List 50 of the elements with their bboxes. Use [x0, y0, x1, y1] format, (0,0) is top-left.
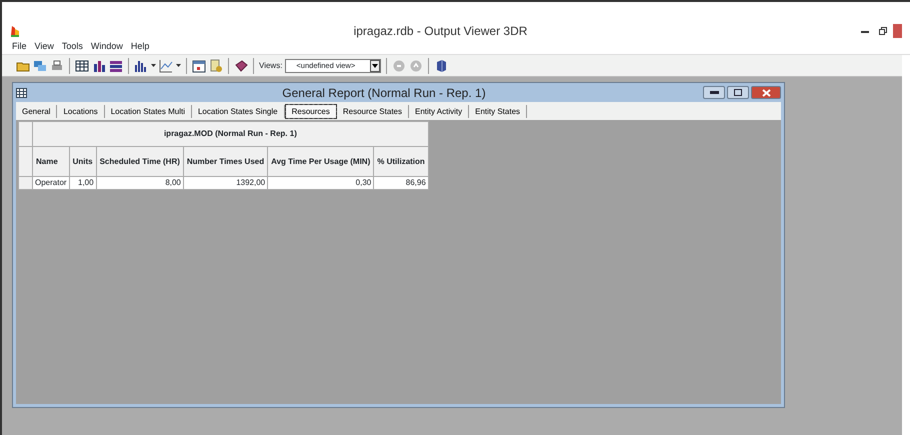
menu-item[interactable]: Help	[130, 40, 150, 54]
menu-item[interactable]: View	[34, 40, 54, 54]
table-cell: 0,30	[268, 176, 374, 190]
maximize-icon	[734, 89, 742, 96]
bar-chart-icon[interactable]	[92, 58, 106, 72]
stacked-bars-icon[interactable]	[109, 58, 123, 72]
calendar-icon[interactable]	[192, 58, 206, 72]
caret-icon[interactable]	[151, 64, 156, 68]
grid-icon[interactable]	[75, 58, 89, 72]
column-header: Name	[32, 146, 70, 176]
column-header: Units	[69, 146, 96, 176]
column-header: Scheduled Time (HR)	[96, 146, 184, 176]
column-header: Avg Time Per Usage (MIN)	[268, 146, 374, 176]
caret-icon	[372, 64, 378, 68]
minimize-button[interactable]	[703, 86, 725, 99]
windows-icon[interactable]	[33, 58, 47, 72]
table-caption: ipragaz.MOD (Normal Run - Rep. 1)	[32, 122, 428, 146]
line-chart-icon[interactable]	[159, 58, 173, 72]
menu-item[interactable]: Tools	[62, 40, 83, 54]
close-button[interactable]	[751, 86, 781, 99]
caret-icon[interactable]	[176, 64, 181, 68]
column-header: % Utilization	[374, 146, 428, 176]
cube-icon[interactable]	[434, 58, 448, 72]
table-cell: 86,96	[374, 176, 428, 190]
column-header: Number Times Used	[183, 146, 268, 176]
table-cell: 1392,00	[183, 176, 268, 190]
table-cell: Operator	[32, 176, 70, 190]
tab[interactable]: Resource States	[336, 104, 409, 118]
table-cell: 1,00	[69, 176, 96, 190]
menu-item[interactable]: File	[12, 40, 27, 54]
tab[interactable]: Entity Activity	[408, 104, 470, 118]
tab[interactable]: General	[16, 104, 58, 118]
tab[interactable]: Location States Multi	[104, 104, 192, 118]
tab[interactable]: Entity States	[469, 104, 528, 118]
tab[interactable]: Locations	[57, 104, 105, 118]
views-label: Views:	[259, 60, 282, 72]
histogram-icon[interactable]	[134, 58, 148, 72]
table-icon	[16, 88, 27, 98]
app-logo-icon	[10, 25, 20, 37]
tab[interactable]: Resources	[284, 104, 337, 118]
minimize-icon	[710, 91, 718, 94]
report-title: General Report (Normal Run - Rep. 1)	[281, 84, 487, 102]
maximize-button[interactable]	[727, 86, 749, 99]
printer-icon[interactable]	[50, 58, 64, 72]
minimize-icon[interactable]	[861, 30, 869, 32]
menu-item[interactable]: Window	[90, 40, 123, 54]
restore-icon[interactable]	[879, 27, 887, 35]
close-icon	[762, 88, 770, 96]
table-cell: 8,00	[96, 176, 184, 190]
window-title: ipragaz.rdb - Output Viewer 3DR	[352, 23, 528, 40]
